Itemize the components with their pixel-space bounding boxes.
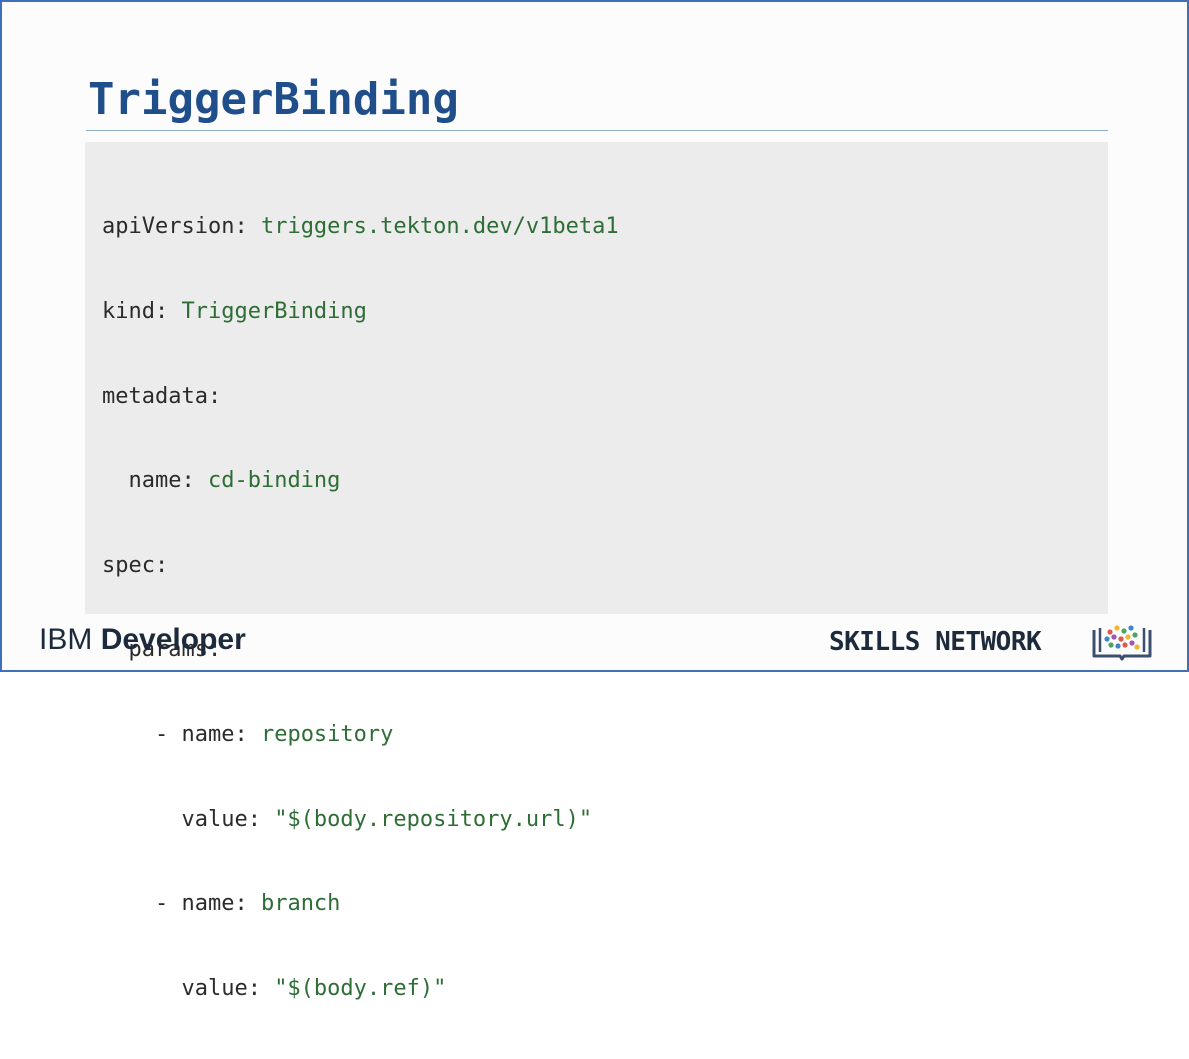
code-line: - name: repository xyxy=(102,721,619,749)
code-key: - name: xyxy=(102,891,261,917)
code-value: repository xyxy=(260,721,394,747)
code-line: name: cd-binding xyxy=(102,467,619,495)
code-block: apiVersion: triggers.tekton.dev/v1beta1 … xyxy=(85,142,1108,1001)
developer-wordmark: Developer xyxy=(100,623,246,656)
code-value: "$(body.repository.url)" xyxy=(274,806,593,832)
ibm-wordmark: IBM xyxy=(39,623,93,656)
code-value: branch xyxy=(260,891,341,917)
code-line: metadata: xyxy=(102,383,619,411)
slide: TriggerBinding apiVersion: triggers.tekt… xyxy=(0,0,1189,1001)
code-line: - name: branch xyxy=(102,890,619,918)
code-key: - name: xyxy=(102,721,261,747)
code-key: spec: xyxy=(102,552,169,578)
slide-title: TriggerBinding xyxy=(88,74,459,125)
code-value: triggers.tekton.dev/v1beta1 xyxy=(260,214,619,240)
code-key: kind: xyxy=(102,299,182,324)
skills-network-wordmark: SKILLS NETWORK xyxy=(829,627,1042,657)
ibm-developer-logo: IBM Developer xyxy=(39,622,246,658)
code-value: cd-binding xyxy=(207,468,341,494)
code-line: apiVersion: triggers.tekton.dev/v1beta1 xyxy=(102,213,619,241)
code-line: spec: xyxy=(102,552,619,580)
code-key: value: xyxy=(102,975,275,1001)
code-value: TriggerBinding xyxy=(181,299,367,324)
code-key: apiVersion: xyxy=(102,214,261,240)
code-value: "$(body.ref)" xyxy=(274,975,447,1001)
book-network-icon xyxy=(1092,625,1152,661)
code-key: value: xyxy=(102,806,275,832)
code-line: value: "$(body.ref)" xyxy=(102,975,619,1003)
code-key: metadata: xyxy=(102,383,222,409)
code-key: name: xyxy=(102,468,208,494)
title-divider xyxy=(86,130,1108,131)
yaml-code: apiVersion: triggers.tekton.dev/v1beta1 … xyxy=(102,157,619,1059)
code-line: value: "$(body.repository.url)" xyxy=(102,806,619,834)
code-line: kind: TriggerBinding xyxy=(102,298,619,326)
